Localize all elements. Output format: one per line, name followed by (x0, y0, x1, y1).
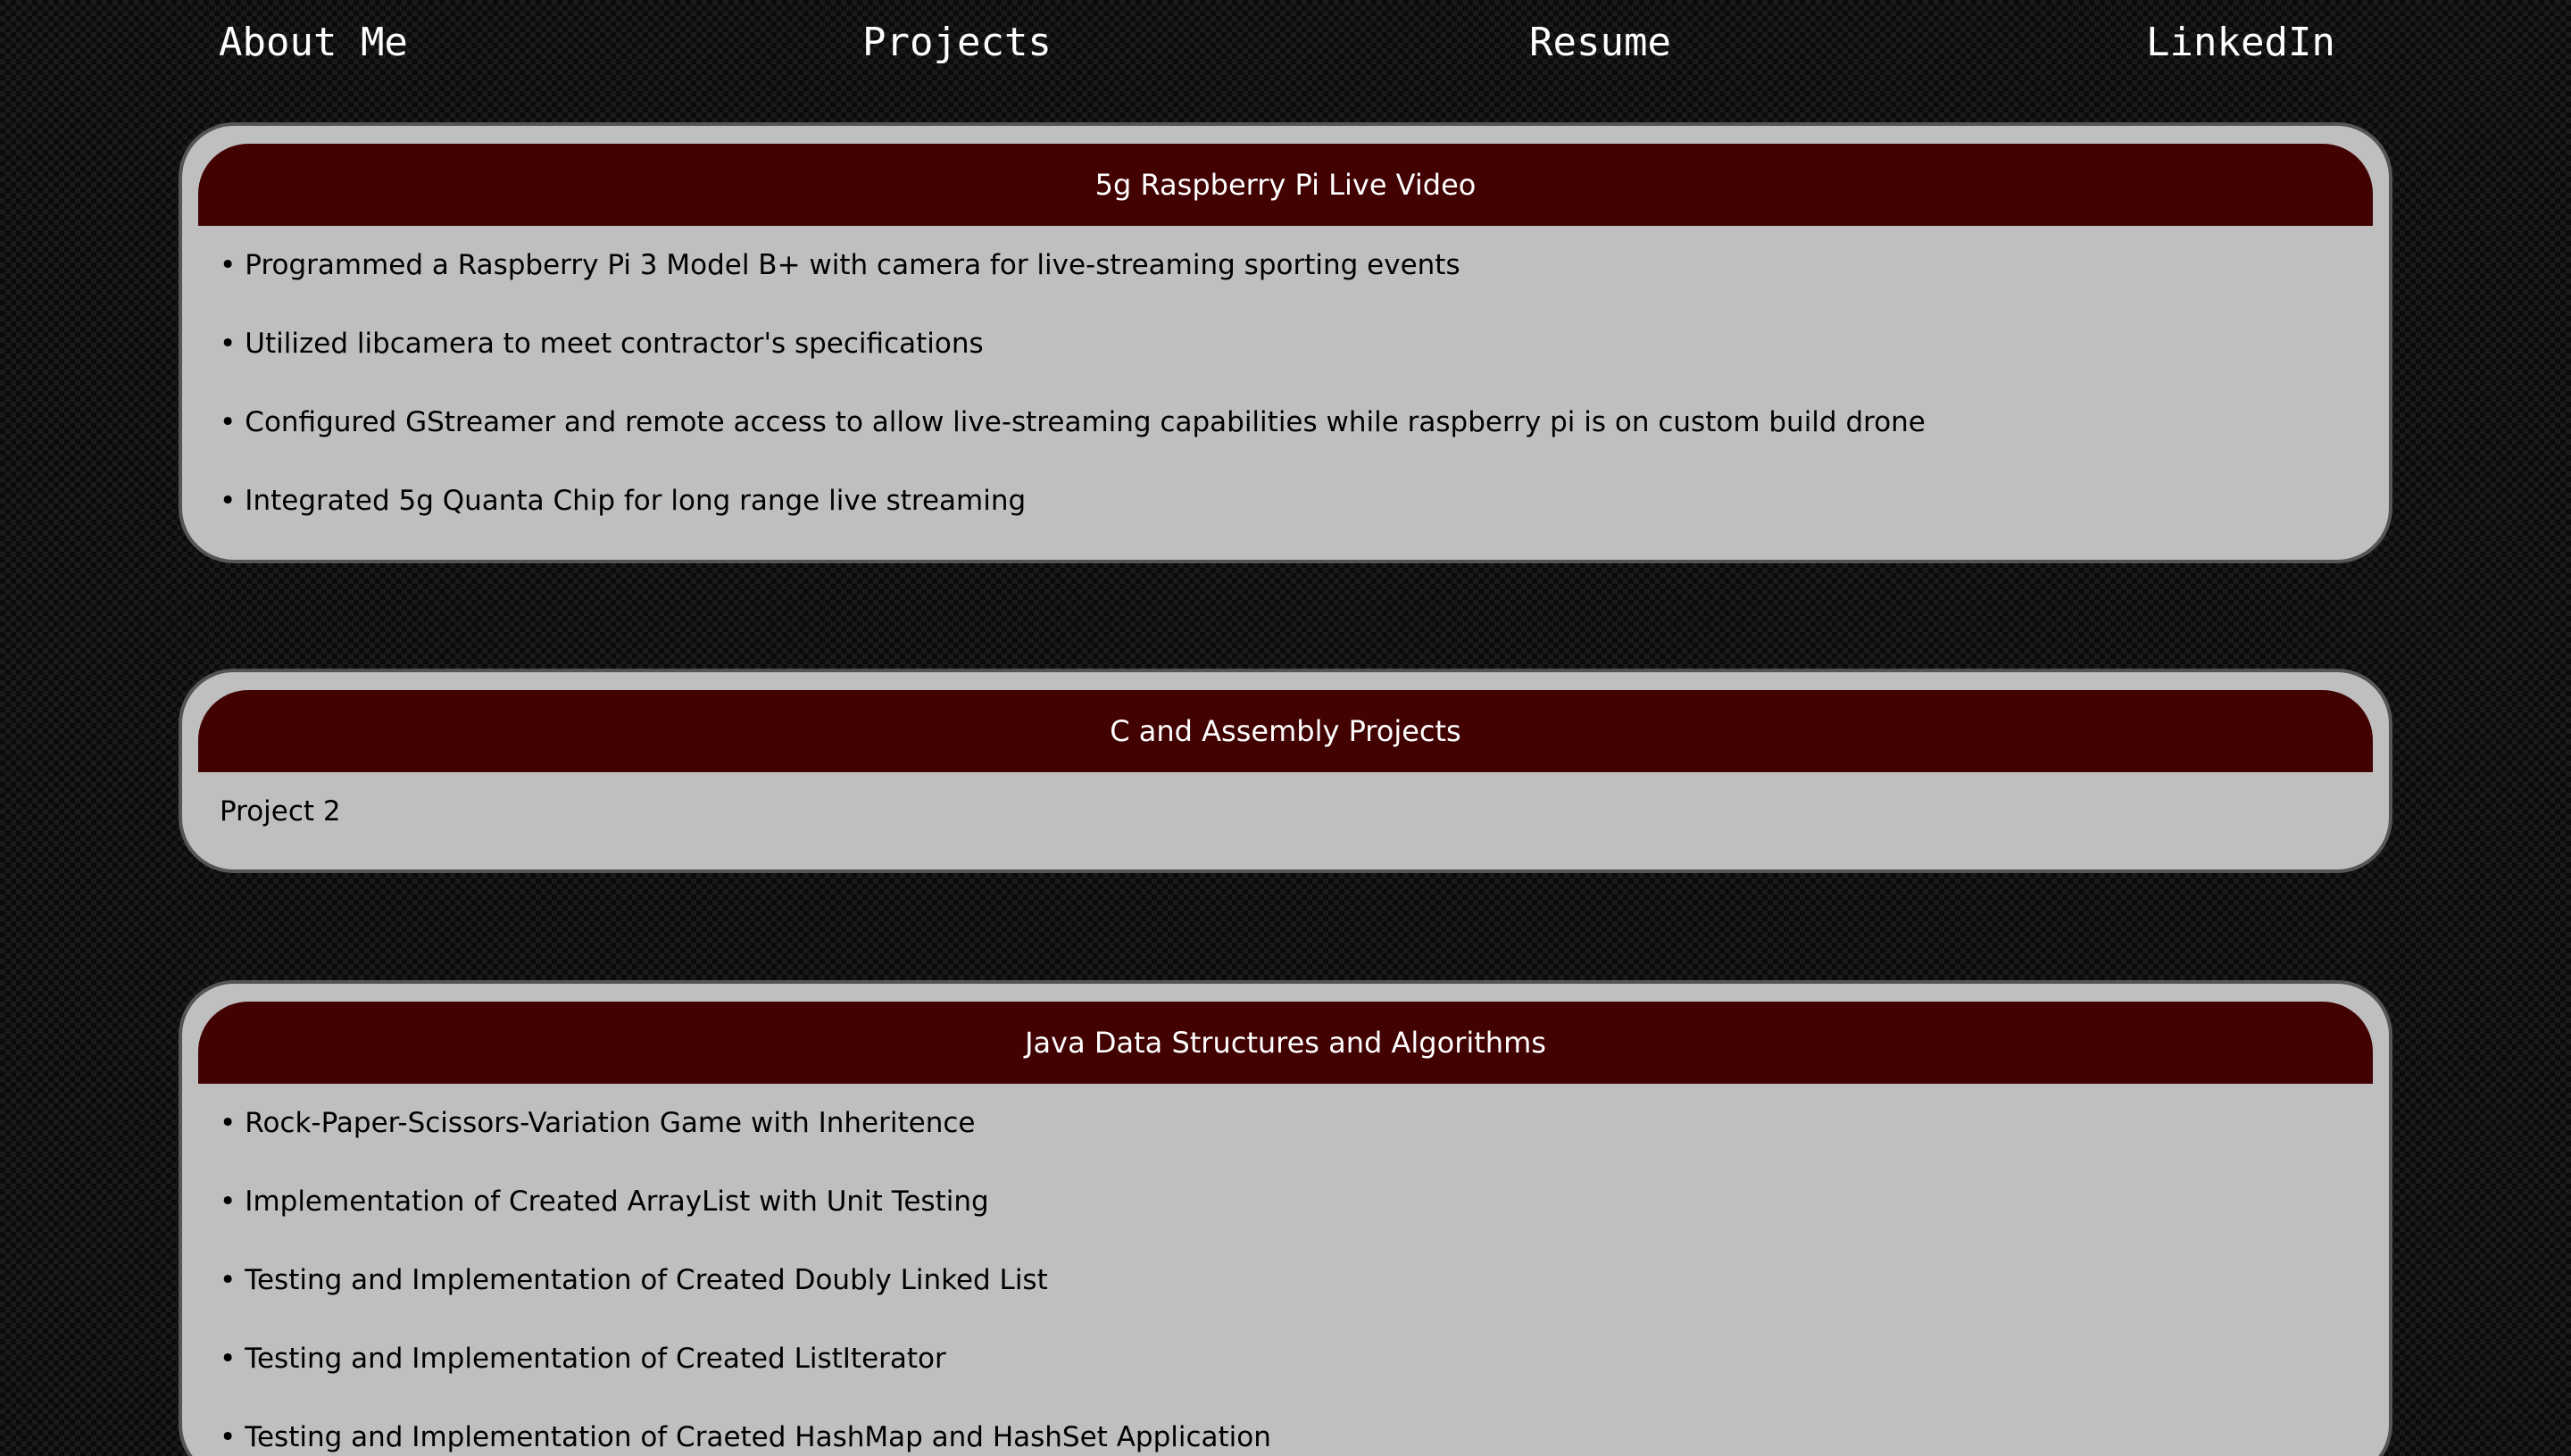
list-item: • Integrated 5g Quanta Chip for long rang… (220, 481, 2351, 520)
nav-link-resume[interactable]: Resume (1529, 20, 1671, 65)
list-item: • Implementation of Created ArrayList wit… (220, 1182, 2351, 1221)
nav-link-projects[interactable]: Projects (862, 20, 1052, 65)
list-item: • Rock-Paper-Scissors-Variation Game with… (220, 1103, 2351, 1143)
list-item: • Testing and Implementation of Created D… (220, 1260, 2351, 1300)
list-item-text: Testing and Implementation of Created Li… (245, 1343, 946, 1375)
list-item-text: Utilized libcamera to meet contractor's … (245, 328, 984, 360)
card-title: 5g Raspberry Pi Live Video (198, 144, 2373, 226)
list-item-text: Implementation of Created ArrayList with… (245, 1186, 989, 1218)
card-body: • Programmed a Raspberry Pi 3 Model B+ wi… (198, 226, 2373, 520)
top-nav: About Me Projects Resume LinkedIn (0, 0, 2571, 98)
bullet-icon: • (220, 485, 237, 517)
bullet-list: • Rock-Paper-Scissors-Variation Game with… (220, 1103, 2351, 1456)
card-title: Java Data Structures and Algorithms (198, 1002, 2373, 1084)
bullet-icon: • (220, 249, 237, 281)
bullet-icon: • (220, 328, 237, 360)
list-item: • Testing and Implementation of Created L… (220, 1339, 2351, 1378)
card-title: C and Assembly Projects (198, 690, 2373, 772)
nav-link-linkedin[interactable]: LinkedIn (2146, 20, 2335, 65)
project-card-c-assembly: C and Assembly Projects Project 2 (179, 669, 2392, 873)
list-item-text: Rock-Paper-Scissors-Variation Game with … (245, 1107, 976, 1139)
list-item-text: Testing and Implementation of Craeted Ha… (245, 1421, 1271, 1453)
nav-link-about-me[interactable]: About Me (219, 20, 408, 65)
bullet-icon: • (220, 1421, 237, 1453)
project-card-java-dsa: Java Data Structures and Algorithms • Roc… (179, 980, 2392, 1456)
card-body: • Rock-Paper-Scissors-Variation Game with… (198, 1084, 2373, 1456)
list-item-text: Integrated 5g Quanta Chip for long range… (245, 485, 1027, 517)
bullet-list: • Programmed a Raspberry Pi 3 Model B+ wi… (220, 245, 2351, 520)
list-item-text: Testing and Implementation of Created Do… (245, 1264, 1048, 1296)
bullet-icon: • (220, 1186, 237, 1218)
list-item: • Testing and Implementation of Craeted H… (220, 1418, 2351, 1456)
bullet-icon: • (220, 1264, 237, 1296)
list-item: • Programmed a Raspberry Pi 3 Model B+ wi… (220, 245, 2351, 285)
bullet-icon: • (220, 406, 237, 438)
card-body: Project 2 (198, 772, 2373, 831)
bullet-icon: • (220, 1343, 237, 1375)
list-item-text: Programmed a Raspberry Pi 3 Model B+ wit… (245, 249, 1460, 281)
bullet-icon: • (220, 1107, 237, 1139)
project-card-raspberry-pi: 5g Raspberry Pi Live Video • Programmed a… (179, 122, 2392, 563)
list-item: • Utilized libcamera to meet contractor's… (220, 324, 2351, 363)
list-item: • Configured GStreamer and remote access … (220, 403, 2351, 442)
list-item-text: Configured GStreamer and remote access t… (245, 406, 1926, 438)
card-text: Project 2 (220, 795, 341, 828)
